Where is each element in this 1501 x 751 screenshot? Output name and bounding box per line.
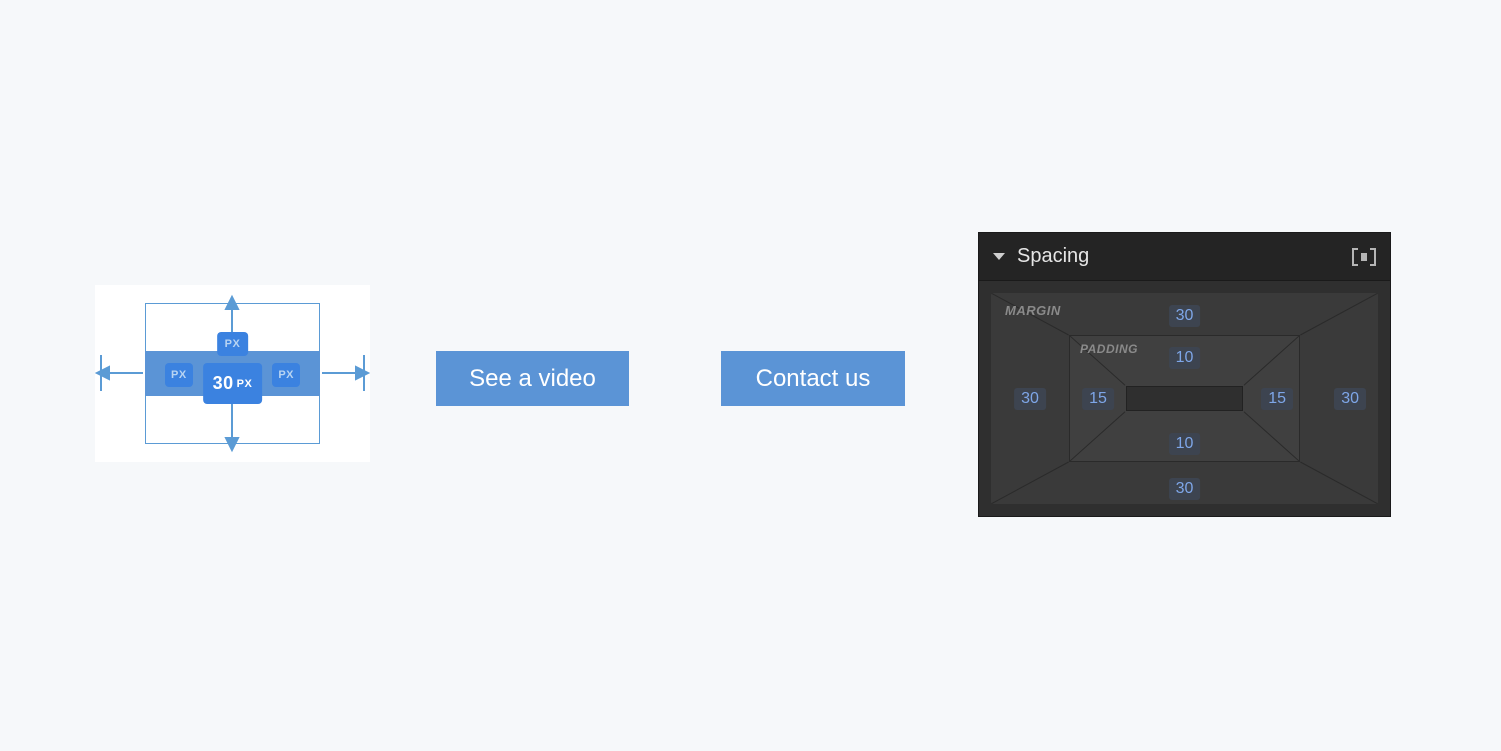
expand-icon[interactable]	[1352, 248, 1376, 266]
canvas-button-contact[interactable]: Contact us	[721, 351, 905, 406]
panel-body: MARGIN 30 30 30 30 PADDING 10 10	[979, 281, 1390, 516]
content-box	[1126, 386, 1243, 411]
margin-left-input[interactable]: 30	[1014, 388, 1046, 410]
margin-badge-value[interactable]: 30 PX	[203, 363, 263, 404]
padding-bottom-input[interactable]: 10	[1169, 433, 1201, 455]
collapse-icon[interactable]	[993, 253, 1005, 260]
unit-label: PX	[171, 369, 187, 381]
button-label: See a video	[469, 365, 596, 393]
margin-badge-right[interactable]: PX	[272, 363, 300, 387]
margin-value: 30	[213, 373, 234, 394]
margin-bottom-input[interactable]: 30	[1169, 478, 1201, 500]
padding-right-input[interactable]: 15	[1261, 388, 1293, 410]
margin-label: MARGIN	[1005, 303, 1061, 318]
canvas-button-video[interactable]: See a video	[436, 351, 629, 406]
padding-label: PADDING	[1080, 342, 1138, 356]
margin-badge-top[interactable]: PX	[217, 332, 249, 356]
panel-title: Spacing	[1017, 245, 1352, 268]
padding-top-input[interactable]: 10	[1169, 347, 1201, 369]
panel-header[interactable]: Spacing	[979, 233, 1390, 281]
margin-top-input[interactable]: 30	[1169, 305, 1201, 327]
padding-left-input[interactable]: 15	[1082, 388, 1114, 410]
padding-box: PADDING 10 10 15 15	[1069, 335, 1300, 462]
unit-label: PX	[237, 378, 253, 390]
unit-label: PX	[278, 369, 294, 381]
box-model: MARGIN 30 30 30 30 PADDING 10 10	[991, 293, 1378, 504]
design-canvas[interactable]: PX 30 PX PX PX See a video Contact us Sp…	[0, 0, 1501, 751]
spacing-panel: Spacing MARGIN 30 30 30 30	[978, 232, 1391, 517]
margin-badge-left[interactable]: PX	[165, 363, 193, 387]
unit-label: PX	[225, 338, 241, 350]
margin-right-input[interactable]: 30	[1334, 388, 1366, 410]
selected-element[interactable]: PX 30 PX PX PX	[95, 285, 370, 462]
button-label: Contact us	[756, 365, 871, 393]
